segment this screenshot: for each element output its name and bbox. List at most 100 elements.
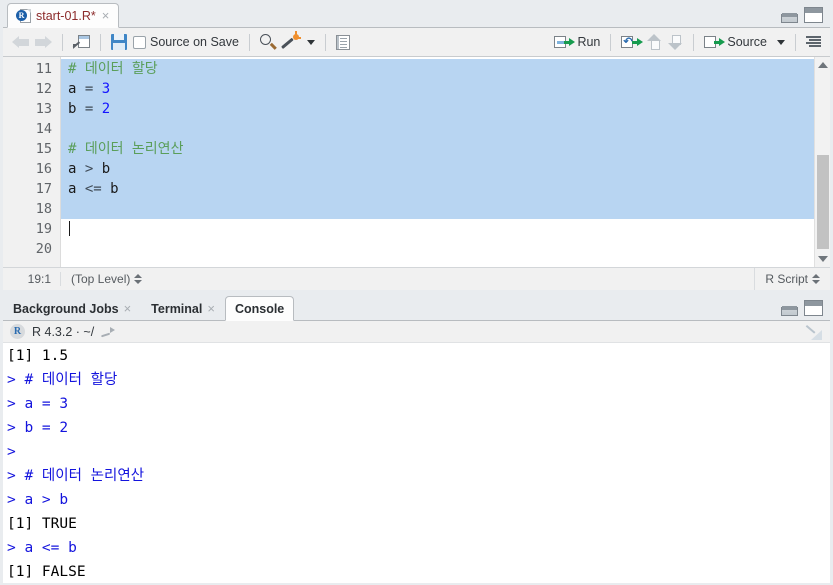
code-token: a [68, 161, 85, 177]
code-token: # 데이터 논리연산 [68, 141, 184, 157]
scope-selector[interactable]: (Top Level) [61, 272, 143, 286]
source-pane: R start-01.R* × Source on Save Run ↶ Sou… [3, 2, 830, 290]
divider [62, 33, 63, 51]
code-area[interactable]: # 데이터 할당 a = 3b = 2 # 데이터 논리연산 a > ba <= b [61, 57, 814, 267]
console-line: [1] TRUE [7, 512, 830, 536]
console-text: [1] TRUE [7, 516, 77, 532]
code-line[interactable]: b = 2 [61, 99, 814, 119]
line-number: 13 [35, 101, 52, 117]
code-line[interactable]: a = 3 [61, 79, 814, 99]
divider [795, 33, 796, 51]
console-text: [1] FALSE [7, 564, 86, 580]
show-outline-button[interactable] [803, 33, 824, 51]
console-text: > [7, 372, 25, 388]
source-tab-label: start-01.R* [36, 8, 96, 23]
document-type-selector[interactable]: R Script [754, 268, 830, 290]
code-token: <= [84, 181, 111, 197]
code-token: 3 [101, 81, 111, 97]
console-output[interactable]: [1] 1.5 > # 데이터 할당 > a = 3 > b = 2 > > # 데이터… [3, 343, 830, 583]
code-token: b [110, 181, 119, 197]
document-outline-icon [335, 34, 350, 50]
console-line: [1] 1.5 [7, 344, 830, 368]
close-icon[interactable]: × [124, 301, 132, 316]
save-button[interactable] [108, 32, 130, 52]
code-line[interactable]: # 데이터 논리연산 [61, 139, 814, 159]
code-token: b [101, 161, 111, 177]
console-text: > [7, 444, 25, 460]
scroll-down-arrow-icon[interactable] [818, 256, 828, 262]
code-token: a [68, 181, 85, 197]
divider [100, 33, 101, 51]
console-tab-label: Console [234, 301, 285, 316]
console-pane: Background Jobs × Terminal × Console R R 4.3… [3, 295, 830, 583]
console-text: a <= b [24, 540, 77, 556]
line-number: 15 [35, 141, 52, 157]
run-button[interactable]: Run [551, 33, 603, 51]
divider [248, 33, 250, 51]
close-icon[interactable]: × [207, 301, 215, 316]
code-token: 2 [101, 101, 111, 117]
editor-vertical-scrollbar[interactable] [814, 57, 830, 267]
code-token: b [68, 101, 85, 117]
back-button[interactable] [9, 34, 32, 51]
code-line[interactable] [61, 119, 814, 139]
maximize-icon[interactable] [804, 7, 823, 23]
line-number: 19 [35, 221, 52, 237]
show-outline-icon [806, 35, 821, 49]
console-tab-label: Terminal [151, 301, 203, 316]
console-tab-bar: Background Jobs × Terminal × Console [3, 295, 830, 321]
source-on-save-label: Source on Save [150, 35, 239, 49]
console-text: > [7, 420, 25, 436]
document-type-label: R Script [765, 272, 808, 286]
r-logo-icon: R [10, 324, 25, 339]
rerun-previous-button[interactable]: ↶ [618, 33, 644, 51]
rstudio-window: R start-01.R* × Source on Save Run ↶ Sou… [0, 0, 833, 585]
find-button[interactable] [257, 32, 279, 52]
up-arrow-icon [647, 34, 662, 50]
show-in-new-window-button[interactable] [70, 33, 93, 52]
code-line[interactable]: # 데이터 할당 [61, 59, 814, 79]
scrollbar-thumb[interactable] [817, 155, 829, 249]
show-in-new-window-icon [73, 34, 90, 50]
console-tab-console[interactable]: Console [224, 296, 295, 321]
source-window-controls [781, 7, 823, 23]
next-chunk-button[interactable] [665, 32, 686, 52]
source-tab-start-01-r[interactable]: R start-01.R* × [7, 3, 120, 28]
cursor-position: 19:1 [3, 272, 61, 286]
minimize-icon[interactable] [781, 13, 798, 23]
document-outline-button[interactable] [333, 33, 353, 52]
console-text: # 데이터 할당 [24, 372, 118, 388]
run-label: Run [577, 35, 601, 49]
up-down-caret-icon [134, 273, 143, 285]
open-directory-icon[interactable] [101, 326, 116, 338]
forward-button[interactable] [32, 34, 55, 51]
previous-chunk-button[interactable] [644, 32, 665, 52]
editor[interactable]: 11 12 13 14 15 16 17 18 19 20 # 데이터 할당 a = 3b = 2 #… [3, 57, 830, 267]
code-line[interactable] [61, 239, 814, 259]
code-line[interactable]: a > b [61, 159, 814, 179]
code-tools-button[interactable] [279, 31, 318, 52]
code-line[interactable] [61, 199, 814, 219]
close-icon[interactable]: × [101, 9, 110, 22]
console-tab-background-jobs[interactable]: Background Jobs × [3, 296, 141, 321]
maximize-icon[interactable] [804, 300, 823, 316]
rerun-previous-icon: ↶ [621, 35, 644, 49]
line-number-gutter: 11 12 13 14 15 16 17 18 19 20 [3, 57, 61, 267]
source-tab-bar: R start-01.R* × [3, 2, 830, 28]
broom-clear-console-icon[interactable] [805, 324, 822, 340]
source-on-save-checkbox[interactable]: Source on Save [130, 33, 242, 51]
console-tab-label: Background Jobs [13, 301, 119, 316]
console-tab-terminal[interactable]: Terminal × [141, 296, 225, 321]
divider [693, 33, 695, 51]
console-text: [1] 1.5 [7, 348, 69, 364]
editor-status-bar: 19:1 (Top Level) R Script [3, 267, 830, 290]
chevron-down-icon [306, 39, 315, 45]
chevron-down-icon [777, 39, 785, 45]
code-line[interactable]: a <= b [61, 179, 814, 199]
scroll-up-arrow-icon[interactable] [818, 62, 828, 68]
source-button[interactable]: Source [701, 33, 770, 51]
minimize-icon[interactable] [781, 306, 798, 316]
code-line[interactable] [61, 219, 814, 239]
source-options-button[interactable] [770, 38, 788, 47]
code-token: a [68, 81, 85, 97]
